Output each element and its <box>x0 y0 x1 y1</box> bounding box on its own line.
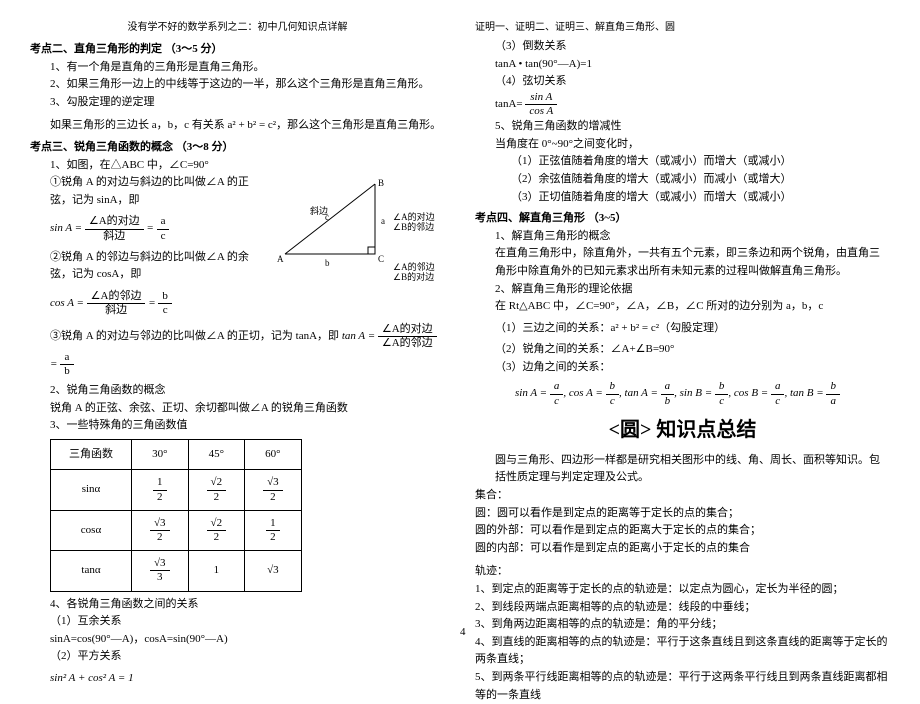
right-triangle-diagram: B A C 斜边 c a b ∠A的对边 ∠B的邻边 ∠A的邻边 ∠B的对边 <box>265 174 445 264</box>
pythag-identity: sin² A + cos² A = 1 <box>30 670 445 688</box>
locus-4: 4、到直线的距离相等的点的轨迹是：平行于这条直线且到这条直线的距离等于定长的两条… <box>475 634 890 669</box>
circle-intro: 圆与三角形、四边形一样都是研究相关图形中的线、角、周长、面积等知识。包括性质定理… <box>475 452 890 487</box>
kd4-edge-angle-heading: （3）边角之间的关系： <box>475 359 890 377</box>
kd4-2-setup: 在 Rt△ABC 中，∠C=90°，∠A，∠B，∠C 所对的边分别为 a，b，c <box>475 298 890 316</box>
table-row: 三角函数 30° 45° 60° <box>51 439 302 470</box>
kd2-item3: 3、勾股定理的逆定理 <box>30 94 445 112</box>
reciprocal-heading: （3）倒数关系 <box>475 38 890 56</box>
kd2-item1: 1、有一个角是直角的三角形是直角三角形。 <box>30 59 445 77</box>
table-row: cosα √32 √22 12 <box>51 510 302 550</box>
set-heading: 集合： <box>475 487 890 505</box>
vertex-b: B <box>378 176 384 190</box>
right-column: 证明一、证明二、证明三、解直角三角形、圆 （3）倒数关系 tanA • tan(… <box>475 20 890 630</box>
cos-equation: cos A = ∠A的邻边斜边 = bc <box>50 290 445 317</box>
monotone-range: 当角度在 0°~90°之间变化时， <box>475 136 890 154</box>
square-heading: （2）平方关系 <box>30 648 445 666</box>
kd4-1-heading: 1、解直角三角形的概念 <box>475 228 890 246</box>
side-c-label: c <box>325 210 329 224</box>
kd2-item2: 2、如果三角形一边上的中线等于这边的一半，那么这个三角形是直角三角形。 <box>30 76 445 94</box>
locus-heading: 轨迹： <box>475 563 890 581</box>
set-interior: 圆的内部：可以看作是到定点的距离小于定长的点的集合 <box>475 540 890 558</box>
kd3-given: 1、如图，在△ABC 中，∠C=90° <box>30 157 445 175</box>
locus-3: 3、到角两边距离相等的点的轨迹是：角的平分线； <box>475 616 890 634</box>
vertex-c: C <box>378 252 384 266</box>
monotone-cos: （2）余弦值随着角度的增大（或减小）而减小（或增大） <box>475 171 890 189</box>
reciprocal-eq: tanA • tan(90°—A)=1 <box>475 56 890 74</box>
kd4-angle-relation: （2）锐角之间的关系：∠A+∠B=90° <box>475 341 890 359</box>
kd3-3-heading: 3、一些特殊角的三角函数值 <box>30 417 445 435</box>
monotone-sin: （1）正弦值随着角度的增大（或减小）而增大（或减小） <box>475 153 890 171</box>
ratio-heading: （4）弦切关系 <box>475 73 890 91</box>
page-series-title: 没有学不好的数学系列之二：初中几何知识点详解 <box>30 20 445 36</box>
kd4-1-text: 在直角三角形中，除直角外，一共有五个元素，即三条边和两个锐角，由直角三角形中除直… <box>475 245 890 280</box>
complementary-eq: sinA=cos(90°—A)，cosA=sin(90°—A) <box>30 631 445 649</box>
edge-angle-equations: sin A = ac, cos A = bc, tan A = ab, sin … <box>495 380 890 407</box>
kd4-2-heading: 2、解直角三角形的理论依据 <box>475 281 890 299</box>
angleB-opposite-label: ∠B的对边 <box>393 270 434 284</box>
side-a-label: a <box>381 214 385 228</box>
complementary-heading: （1）互余关系 <box>30 613 445 631</box>
kd2-heading: 考点二、直角三角形的判定 （3～5 分） <box>30 41 445 59</box>
locus-5: 5、到两条平行线距离相等的点的轨迹是：平行于这两条平行线且到两条直线距离都相等的… <box>475 669 890 704</box>
table-row: tanα √33 1 √3 <box>51 551 302 591</box>
page-number: 4 <box>460 624 466 642</box>
set-circle: 圆：圆可以看作是到定点的距离等于定长的点的集合； <box>475 505 890 523</box>
circle-section-title: <圆> 知识点总结 <box>475 414 890 446</box>
kd3-2-heading: 2、锐角三角函数的概念 <box>30 382 445 400</box>
kd3-heading: 考点三、锐角三角函数的概念 （3～8 分） <box>30 139 445 157</box>
kd3-2-text: 锐角 A 的正弦、余弦、正切、余切都叫做∠A 的锐角三角函数 <box>30 400 445 418</box>
locus-1: 1、到定点的距离等于定长的点的轨迹是：以定点为圆心，定长为半径的圆； <box>475 581 890 599</box>
set-exterior: 圆的外部：可以看作是到定点的距离大于定长的点的集合； <box>475 522 890 540</box>
proof-topic-line: 证明一、证明二、证明三、解直角三角形、圆 <box>475 20 890 36</box>
kd2-pythagoras: 如果三角形的三边长 a，b，c 有关系 a² + b² = c²，那么这个三角形… <box>30 117 445 135</box>
angleB-adjacent-label: ∠B的邻边 <box>393 220 434 234</box>
side-b-label: b <box>325 256 330 270</box>
ratio-eq: tanA= sin Acos A <box>475 91 890 118</box>
monotone-heading: 5、锐角三角函数的增减性 <box>475 118 890 136</box>
kd3-4-heading: 4、各锐角三角函数之间的关系 <box>30 596 445 614</box>
special-angle-table: 三角函数 30° 45° 60° sinα 12 √22 √32 cosα √3… <box>50 439 302 592</box>
vertex-a: A <box>277 252 284 266</box>
monotone-tan: （3）正切值随着角度的增大（或减小）而增大（或减小） <box>475 189 890 207</box>
table-row: sinα 12 √22 √32 <box>51 470 302 510</box>
kd4-heading: 考点四、解直角三角形 （3~5） <box>475 210 890 228</box>
kd4-sides-relation: （1）三边之间的关系：a² + b² = c²（勾股定理） <box>475 320 890 338</box>
left-column: 没有学不好的数学系列之二：初中几何知识点详解 考点二、直角三角形的判定 （3～5… <box>30 20 445 630</box>
locus-2: 2、到线段两端点距离相等的点的轨迹是：线段的中垂线； <box>475 599 890 617</box>
tan-definition: ③锐角 A 的对边与邻边的比叫做∠A 的正切，记为 tanA，即 tan A =… <box>30 323 445 378</box>
